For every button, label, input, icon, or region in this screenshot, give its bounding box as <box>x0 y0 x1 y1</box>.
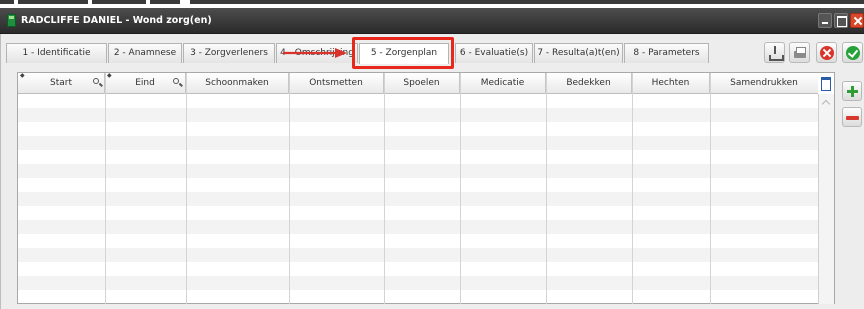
column-header-label: Start <box>50 78 72 88</box>
column-header-label: Eind <box>135 78 155 88</box>
print-icon[interactable] <box>789 42 810 63</box>
table-row[interactable] <box>18 276 818 290</box>
table-row[interactable] <box>18 262 818 276</box>
annotation-arrow-icon <box>283 48 347 58</box>
sort-icon[interactable]: ◆ <box>20 73 25 79</box>
table-row[interactable] <box>18 220 818 234</box>
window-body: 1 - Identificatie 2 - Anamnese 3 - Zorgv… <box>0 34 864 309</box>
table-row[interactable] <box>18 164 818 178</box>
column-divider <box>186 73 187 304</box>
column-settings-icon[interactable] <box>820 76 831 91</box>
grid-rows <box>18 94 818 304</box>
annotation-highlight-box <box>352 37 454 69</box>
table-row[interactable] <box>18 178 818 192</box>
close-icon[interactable] <box>850 13 864 28</box>
window-titlebar[interactable]: RADCLIFFE DANIEL - Wond zorg(en) <box>0 8 864 34</box>
minimize-icon[interactable] <box>818 13 832 28</box>
column-header-start[interactable]: ◆ Start <box>18 73 105 94</box>
column-header-samendrukken[interactable]: Samendrukken <box>710 73 818 94</box>
column-header-eind[interactable]: ◆ Eind <box>105 73 186 94</box>
table-row[interactable] <box>18 290 818 304</box>
confirm-dot <box>846 46 860 60</box>
search-icon[interactable] <box>173 78 179 84</box>
table-row[interactable] <box>18 192 818 206</box>
table-row[interactable] <box>18 108 818 122</box>
add-icon[interactable] <box>842 81 862 101</box>
tab-parameters[interactable]: 8 - Parameters <box>624 43 709 63</box>
column-divider <box>546 73 547 304</box>
column-header-spoelen[interactable]: Spoelen <box>384 73 460 94</box>
tab-evaluaties[interactable]: 6 - Evaluatie(s) <box>455 43 533 63</box>
cancel-icon[interactable] <box>816 42 837 63</box>
care-plan-grid: ◆ Start ◆ Eind Schoonmaken Ontsmetten Sp… <box>17 72 835 304</box>
app-logo-icon <box>7 14 16 27</box>
table-row[interactable] <box>18 234 818 248</box>
column-divider <box>289 73 290 304</box>
grid-header-row: ◆ Start ◆ Eind Schoonmaken Ontsmetten Sp… <box>18 73 818 94</box>
column-header-medicatie[interactable]: Medicatie <box>460 73 546 94</box>
table-row[interactable] <box>18 150 818 164</box>
sort-icon[interactable]: ◆ <box>107 73 112 79</box>
window-title: RADCLIFFE DANIEL - Wond zorg(en) <box>21 15 212 26</box>
tab-zorgverleners[interactable]: 3 - Zorgverleners <box>183 43 275 63</box>
table-row[interactable] <box>18 94 818 108</box>
column-header-bedekken[interactable]: Bedekken <box>546 73 632 94</box>
table-row[interactable] <box>18 136 818 150</box>
column-header-hechten[interactable]: Hechten <box>632 73 710 94</box>
remove-icon[interactable] <box>842 107 862 127</box>
top-edge-strip <box>0 0 864 8</box>
confirm-icon[interactable] <box>842 42 863 63</box>
column-divider <box>460 73 461 304</box>
tab-anamnese[interactable]: 2 - Anamnese <box>108 43 182 63</box>
column-divider <box>105 73 106 304</box>
tab-identificatie[interactable]: 1 - Identificatie <box>6 43 107 63</box>
download-icon[interactable] <box>764 42 785 63</box>
cancel-dot <box>820 46 834 60</box>
table-row[interactable] <box>18 122 818 136</box>
table-row[interactable] <box>18 248 818 262</box>
column-divider <box>384 73 385 304</box>
tab-resultaten[interactable]: 7 - Resulta(a)t(en) <box>534 43 623 63</box>
column-divider <box>632 73 633 304</box>
column-header-schoonmaken[interactable]: Schoonmaken <box>186 73 289 94</box>
vertical-scrollbar[interactable] <box>818 94 834 304</box>
column-header-ontsmetten[interactable]: Ontsmetten <box>289 73 384 94</box>
search-icon[interactable] <box>93 78 99 84</box>
column-divider <box>710 73 711 304</box>
table-row[interactable] <box>18 206 818 220</box>
maximize-icon[interactable] <box>834 13 848 28</box>
scroll-up-icon[interactable] <box>822 98 831 107</box>
